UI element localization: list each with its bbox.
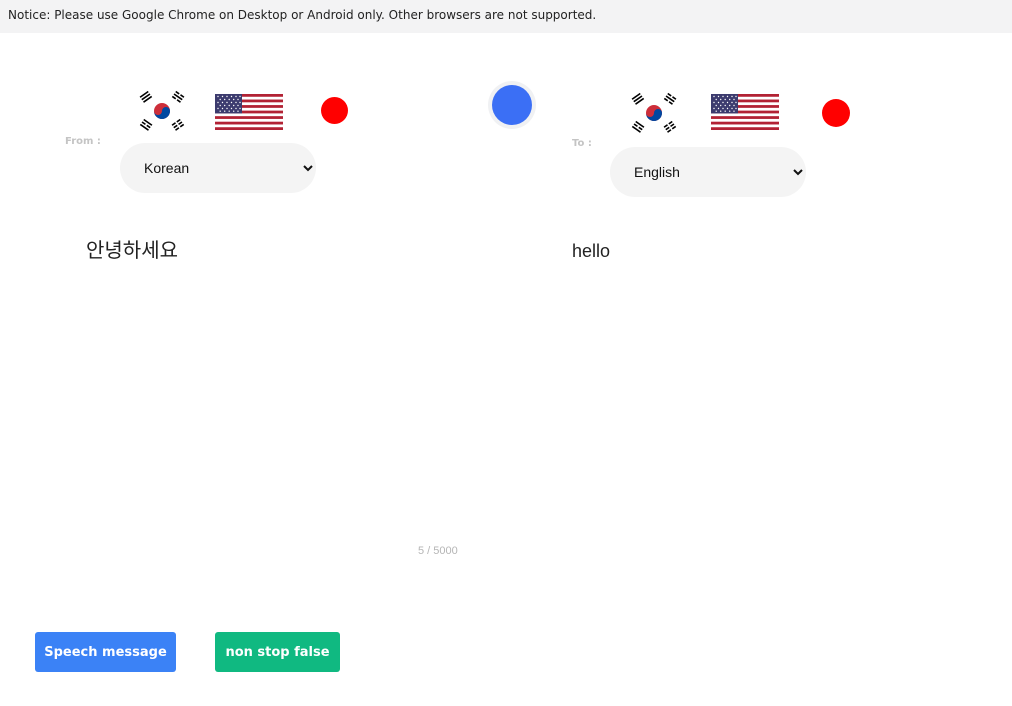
translated-text: hello bbox=[572, 241, 611, 261]
non-stop-toggle-button[interactable]: non stop false bbox=[215, 632, 340, 672]
browser-notice-text: Notice: Please use Google Chrome on Desk… bbox=[8, 8, 597, 22]
speech-message-button[interactable]: Speech message bbox=[35, 632, 176, 672]
us-flag-icon[interactable] bbox=[215, 94, 283, 130]
swap-circle-icon bbox=[492, 85, 532, 125]
swap-button[interactable] bbox=[488, 81, 536, 129]
source-language-select[interactable]: Korean bbox=[120, 143, 316, 193]
record-dot-icon[interactable] bbox=[822, 99, 850, 127]
from-label: From : bbox=[65, 136, 101, 147]
korea-flag-icon[interactable] bbox=[629, 92, 679, 134]
character-counter: 5 / 5000 bbox=[418, 545, 458, 557]
korea-flag-icon[interactable] bbox=[137, 90, 187, 132]
record-dot-icon[interactable] bbox=[321, 97, 348, 124]
target-language-select[interactable]: English bbox=[610, 147, 806, 197]
to-label: To : bbox=[572, 138, 592, 149]
browser-notice-bar: Notice: Please use Google Chrome on Desk… bbox=[0, 0, 1012, 33]
us-flag-icon[interactable] bbox=[711, 94, 779, 130]
source-text[interactable]: 안녕하세요 bbox=[86, 234, 178, 263]
